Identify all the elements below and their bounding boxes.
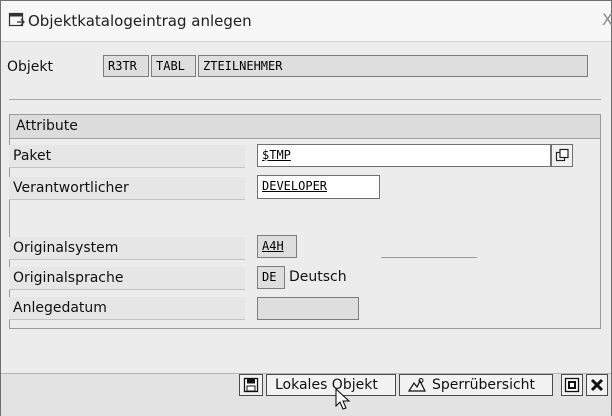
paket-label-cell: Paket xyxy=(9,145,245,168)
save-button[interactable] xyxy=(239,374,263,396)
objekt-label: Objekt xyxy=(7,59,54,75)
anlegedatum-label: Anlegedatum xyxy=(13,300,107,316)
info-icon xyxy=(564,377,580,397)
search-help-button[interactable] xyxy=(551,144,573,167)
dialog-title: Objektkatalogeintrag anlegen xyxy=(28,12,252,30)
paket-label: Paket xyxy=(13,148,52,164)
attribute-group-header: Attribute xyxy=(10,115,600,139)
attribute-group-title: Attribute xyxy=(16,118,78,134)
object-pgmid-field: R3TR xyxy=(103,55,149,77)
dialog-icon xyxy=(8,11,26,29)
separator xyxy=(9,99,601,100)
originalsprache-code-field: DE xyxy=(257,266,285,289)
object-type-field: TABL xyxy=(151,55,196,77)
lokales-objekt-button[interactable]: Lokales Objekt xyxy=(266,374,396,396)
object-pgmid-value: R3TR xyxy=(108,59,137,73)
cancel-icon xyxy=(589,377,605,397)
object-type-value: TABL xyxy=(156,59,185,73)
originalsprache-label-cell: Originalsprache xyxy=(9,267,245,290)
dialog-window: Objektkatalogeintrag anlegen X Objekt R3… xyxy=(0,0,612,416)
object-name-field: ZTEILNEHMER xyxy=(198,55,588,77)
title-bar: Objektkatalogeintrag anlegen X xyxy=(1,1,612,42)
verantwortlicher-value: DEVELOPER xyxy=(262,179,328,193)
originalsystem-underline xyxy=(381,257,477,258)
originalsystem-field: A4H xyxy=(257,235,297,258)
sperruebersicht-label: Sperrübersicht xyxy=(432,377,536,393)
originalsprache-text: Deutsch xyxy=(289,269,347,285)
anlegedatum-field xyxy=(257,297,359,320)
help-button[interactable] xyxy=(561,374,583,396)
search-help-icon xyxy=(555,148,570,167)
originalsprache-code: DE xyxy=(262,270,277,284)
lock-overview-icon xyxy=(407,377,426,397)
paket-input[interactable]: $TMP xyxy=(257,144,551,167)
verantwortlicher-input[interactable]: DEVELOPER xyxy=(257,175,380,199)
originalsprache-label: Originalsprache xyxy=(13,270,124,286)
mouse-cursor-icon xyxy=(335,387,351,416)
cancel-button[interactable] xyxy=(586,374,608,396)
verantwortlicher-label-cell: Verantwortlicher xyxy=(9,177,245,200)
originalsystem-label: Originalsystem xyxy=(13,240,119,256)
originalsystem-value: A4H xyxy=(262,239,284,253)
paket-value: $TMP xyxy=(262,148,291,162)
save-icon xyxy=(243,377,259,397)
originalsystem-label-cell: Originalsystem xyxy=(9,237,245,260)
lokales-objekt-label: Lokales Objekt xyxy=(275,377,378,393)
verantwortlicher-label: Verantwortlicher xyxy=(13,180,129,196)
sperruebersicht-button[interactable]: Sperrübersicht xyxy=(399,374,553,396)
object-name-value: ZTEILNEHMER xyxy=(203,59,283,73)
close-icon[interactable]: X xyxy=(602,10,612,29)
anlegedatum-label-cell: Anlegedatum xyxy=(9,297,245,320)
